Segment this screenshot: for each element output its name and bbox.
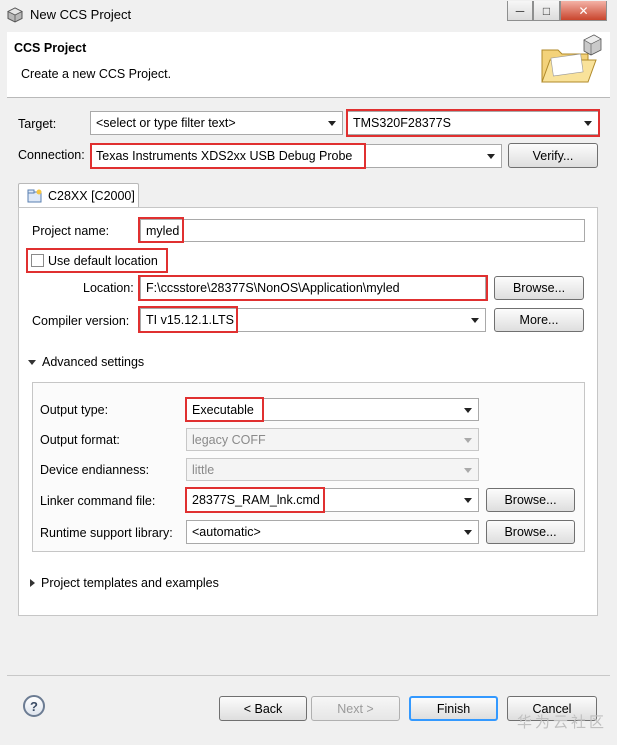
project-name-highlight <box>138 217 184 243</box>
connection-highlight <box>90 143 366 169</box>
runtime-support-library-label: Runtime support library: <box>40 526 173 540</box>
output-type-highlight <box>185 397 264 422</box>
maximize-button[interactable]: □ <box>533 1 560 21</box>
device-endianness-label: Device endianness: <box>40 463 150 477</box>
linker-command-file-label: Linker command file: <box>40 494 156 508</box>
compiler-highlight <box>138 306 238 333</box>
linker-highlight <box>185 487 325 513</box>
compiler-more-label: More... <box>519 313 559 327</box>
chevron-down-icon <box>464 498 472 503</box>
close-icon: ✕ <box>578 3 589 18</box>
chevron-down-icon <box>464 437 472 443</box>
project-tab-icon <box>27 189 42 203</box>
banner-description: Create a new CCS Project. <box>21 67 172 81</box>
project-name-input[interactable]: myled <box>140 219 585 242</box>
use-default-highlight <box>26 248 168 273</box>
runtime-support-library-text: <automatic> <box>192 525 261 539</box>
runtime-browse-button[interactable]: Browse... <box>486 520 575 544</box>
chevron-down-icon <box>464 407 472 413</box>
location-label: Location: <box>83 281 134 295</box>
runtime-browse-label: Browse... <box>504 525 557 539</box>
location-highlight <box>138 275 488 301</box>
back-button[interactable]: < Back <box>219 696 307 721</box>
linker-browse-label: Browse... <box>504 493 557 507</box>
advanced-settings-header: Advanced settings <box>42 355 145 369</box>
verify-button[interactable]: Verify... <box>508 143 598 168</box>
help-icon[interactable]: ? <box>23 695 45 717</box>
output-format-text: legacy COFF <box>192 432 266 447</box>
device-endianness-text: little <box>192 462 215 477</box>
output-format-label: Output format: <box>40 433 120 447</box>
help-glyph: ? <box>30 698 38 714</box>
close-button[interactable]: ✕ <box>560 1 607 21</box>
chevron-down-icon <box>464 530 472 535</box>
project-templates-header: Project templates and examples <box>41 576 219 590</box>
location-browse-button[interactable]: Browse... <box>494 276 584 300</box>
expand-right-icon <box>30 579 35 587</box>
expand-down-icon <box>28 359 36 365</box>
linker-browse-button[interactable]: Browse... <box>486 488 575 512</box>
finish-button-label: Finish <box>436 701 471 716</box>
output-format-combo: legacy COFF <box>186 428 479 451</box>
tab-label: C28XX [C2000] <box>48 189 135 203</box>
ccs-app-icon <box>7 7 23 23</box>
back-button-label: < Back <box>243 701 283 716</box>
chevron-down-icon <box>464 467 472 473</box>
location-browse-label: Browse... <box>512 281 566 295</box>
chevron-down-icon <box>487 154 495 159</box>
target-device-highlight <box>346 109 600 137</box>
target-filter-text: <select or type filter text> <box>96 116 236 130</box>
footer-separator <box>7 675 610 676</box>
watermark: 华为云社区 <box>516 714 607 731</box>
device-endianness-combo: little <box>186 458 479 481</box>
target-label: Target: <box>18 117 57 131</box>
runtime-support-library-combo[interactable]: <automatic> <box>186 520 479 544</box>
new-project-folder-icon <box>541 34 602 83</box>
next-button-label: Next > <box>337 701 374 716</box>
minimize-button[interactable]: ─ <box>507 1 533 21</box>
connection-label: Connection: <box>18 148 85 162</box>
next-button: Next > <box>311 696 400 721</box>
header-banner <box>7 32 610 98</box>
window-title: New CCS Project <box>30 7 132 22</box>
project-templates-toggle[interactable]: Project templates and examples <box>30 576 219 590</box>
minimize-icon: ─ <box>515 3 525 18</box>
advanced-settings-toggle[interactable]: Advanced settings <box>28 355 144 369</box>
target-filter-combo[interactable]: <select or type filter text> <box>90 111 343 135</box>
chevron-down-icon <box>328 121 336 126</box>
chevron-down-icon <box>471 318 479 323</box>
project-name-label: Project name: <box>32 224 110 238</box>
verify-button-label: Verify... <box>532 148 574 163</box>
maximize-icon: □ <box>542 3 551 18</box>
compiler-version-label: Compiler version: <box>32 314 130 328</box>
banner-title: CCS Project <box>14 41 87 55</box>
compiler-more-button[interactable]: More... <box>494 308 584 332</box>
finish-button[interactable]: Finish <box>409 696 498 721</box>
output-type-label: Output type: <box>40 403 109 417</box>
tab-c28xx[interactable]: C28XX [C2000] <box>18 183 139 208</box>
